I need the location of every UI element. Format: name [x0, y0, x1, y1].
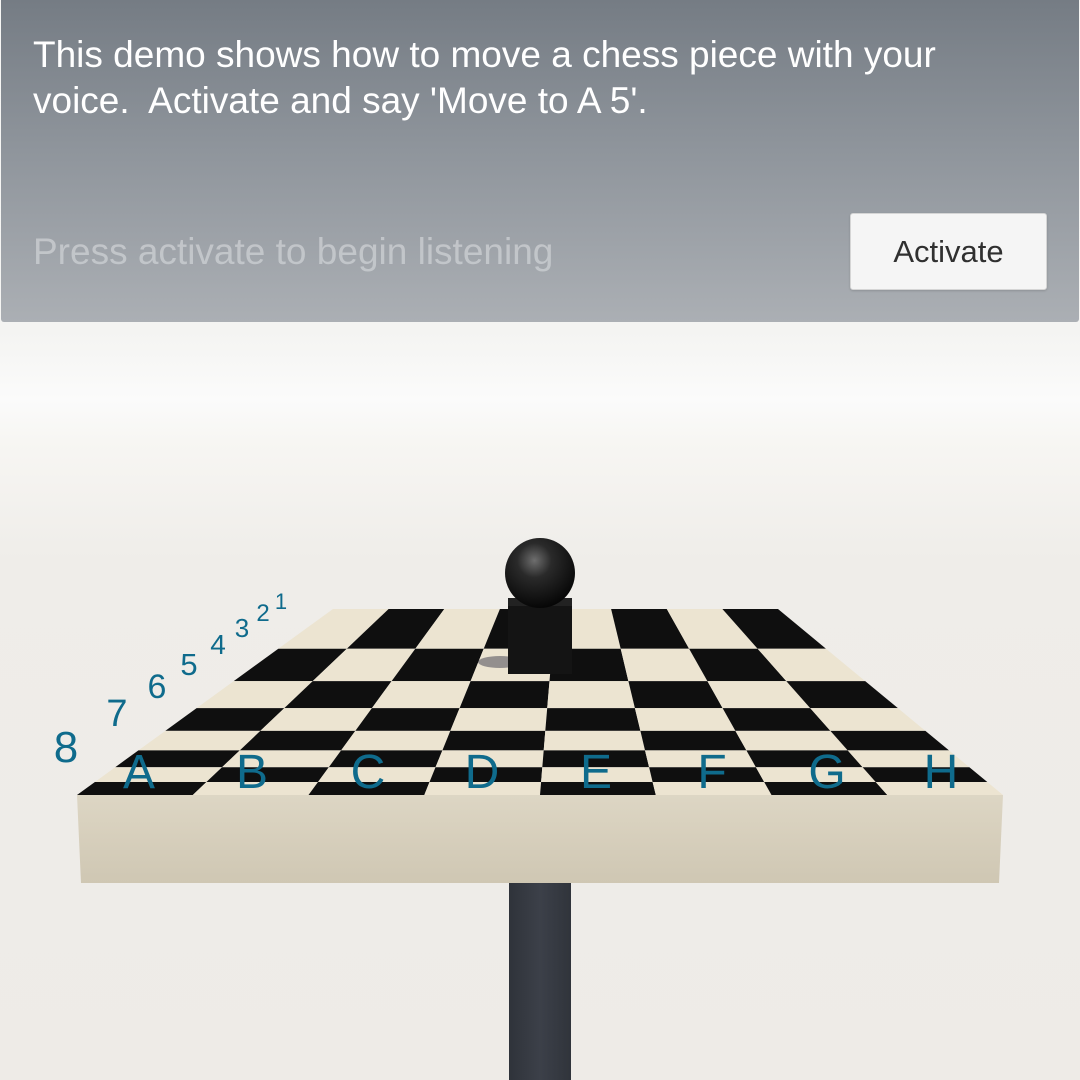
row-label-6: 6	[148, 668, 167, 706]
row-label-2: 2	[256, 600, 269, 627]
row-label-1: 1	[275, 589, 287, 614]
column-label-e: E	[580, 746, 612, 799]
row-label-7: 7	[106, 693, 127, 735]
board-stand	[509, 880, 571, 1080]
board-square	[810, 708, 926, 731]
column-label-g: G	[808, 746, 845, 799]
board-square	[628, 681, 723, 709]
instructions-text: This demo shows how to move a chess piec…	[33, 34, 936, 121]
voice-chess-demo: A B C D E F G H 8 7 6 5 4 3 2 1 This dem…	[0, 0, 1080, 1080]
column-label-a: A	[123, 746, 155, 799]
column-label-h: H	[924, 746, 959, 799]
column-label-b: B	[236, 746, 268, 799]
column-label-f: F	[697, 746, 726, 799]
board-square	[547, 681, 635, 709]
board-edge	[77, 795, 1003, 883]
row-label-3: 3	[235, 613, 249, 643]
board-square	[459, 681, 550, 709]
board-square	[355, 708, 460, 731]
board-square	[634, 708, 736, 731]
board-square	[94, 767, 222, 782]
piece-base	[508, 598, 572, 674]
activate-button[interactable]: Activate	[850, 213, 1047, 290]
board-square	[450, 708, 548, 731]
board-square	[328, 750, 443, 768]
row-label-4: 4	[210, 629, 226, 660]
board-square	[545, 708, 641, 731]
column-label-c: C	[351, 746, 386, 799]
row-label-8: 8	[54, 723, 78, 772]
instruction-panel: This demo shows how to move a chess piec…	[1, 0, 1079, 322]
column-label-d: D	[465, 746, 500, 799]
board-square	[640, 730, 747, 751]
row-label-5: 5	[180, 647, 197, 682]
piece-head	[505, 538, 575, 608]
status-text: Press activate to begin listening	[33, 231, 554, 272]
